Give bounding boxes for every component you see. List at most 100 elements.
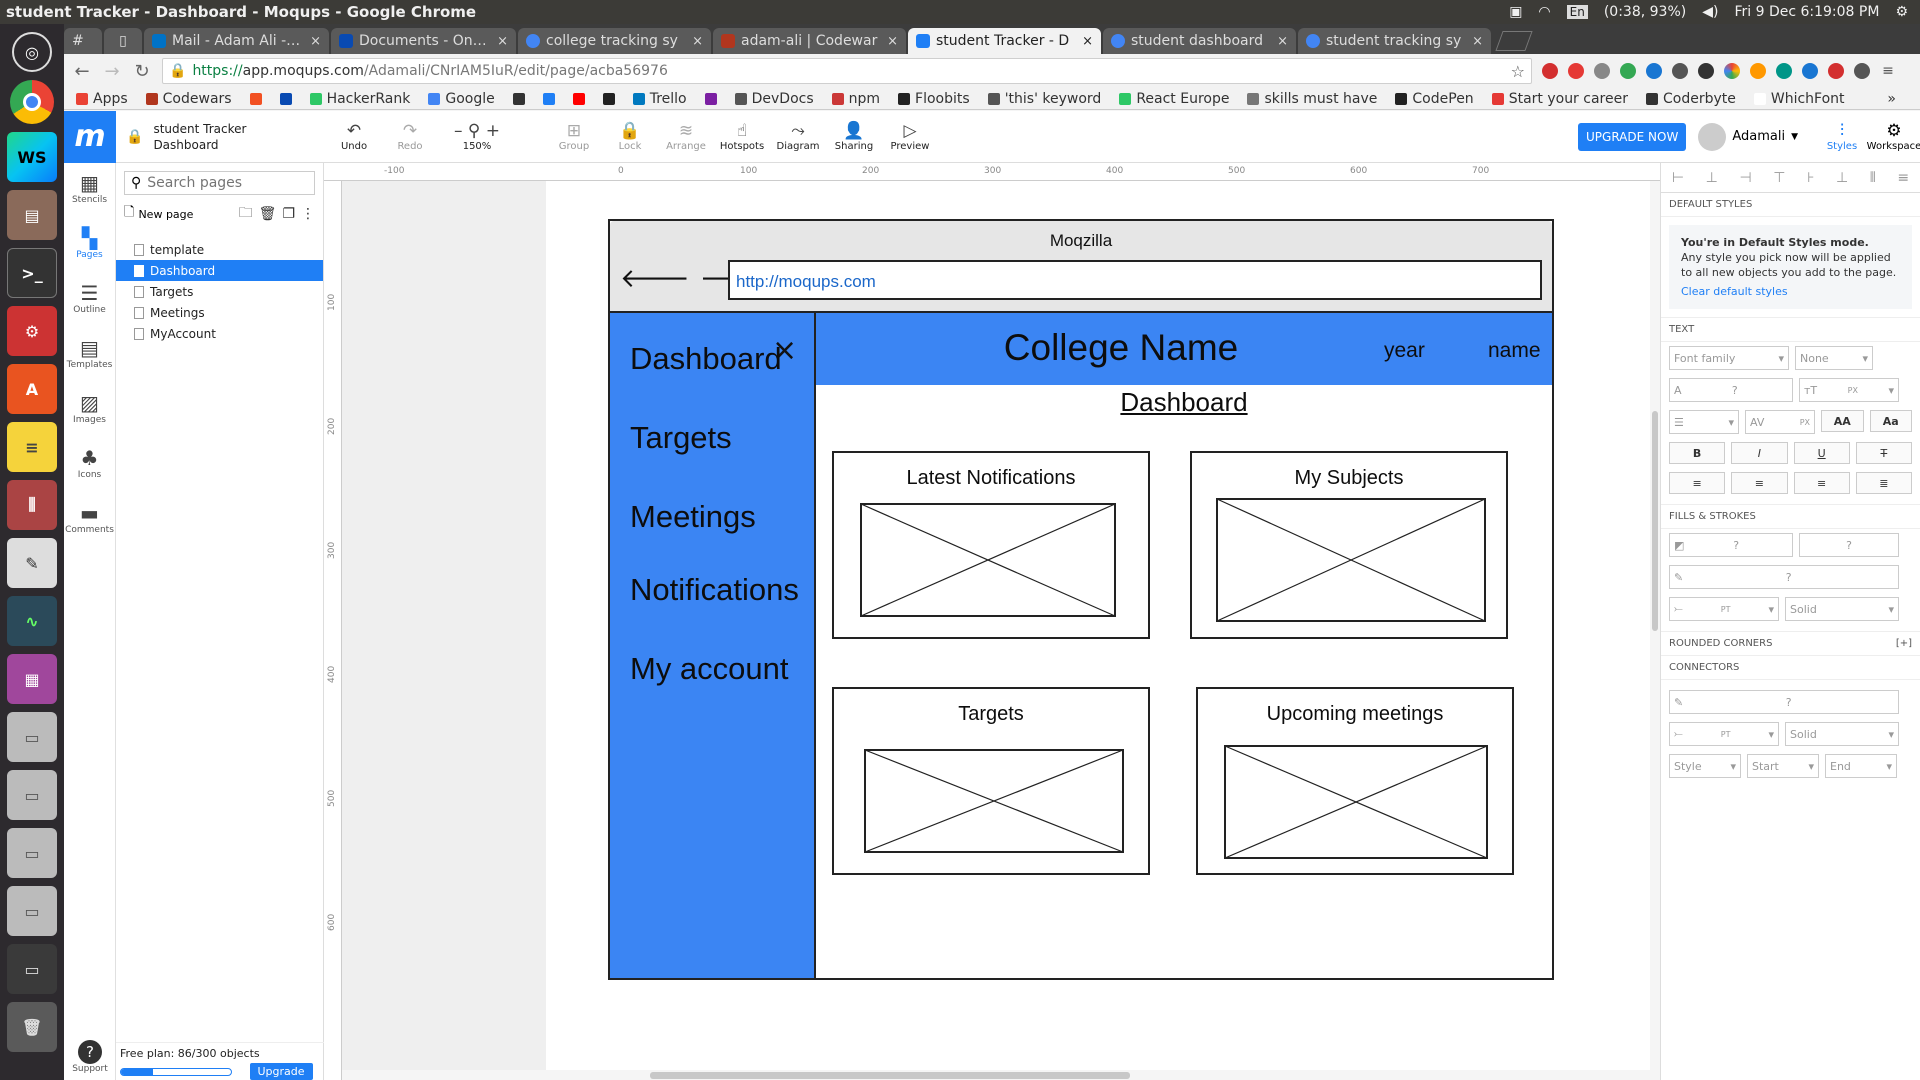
drive-icon[interactable]: ▭ [7,886,57,936]
bookmark-item[interactable]: 'this' keyword [987,91,1101,107]
align-center-icon[interactable]: ⊥ [1706,170,1718,186]
lock-button[interactable]: 🔒 Lock [602,121,658,152]
volume-icon[interactable]: ◀) [1702,4,1718,20]
close-tab-icon[interactable]: × [1472,34,1483,49]
software-center-icon[interactable]: A [7,364,57,414]
extension-icon[interactable] [1802,63,1818,79]
delete-icon[interactable]: 🗑 [259,206,277,222]
drive-icon[interactable]: ▭ [7,770,57,820]
system-settings-icon[interactable]: ⚙ [7,306,57,356]
images-button[interactable]: ▨ Images [73,391,106,446]
mixer-icon[interactable]: ⫼ [7,480,57,530]
fill-color-field[interactable]: ◩? [1669,533,1793,557]
search-pages[interactable]: ⚲ [124,171,315,195]
adblock-icon[interactable] [1828,63,1844,79]
extension-icon[interactable] [1542,63,1558,79]
tab-blank[interactable]: ▯ [104,28,142,54]
stroke-color-field[interactable]: ✎? [1669,565,1899,589]
sharing-button[interactable]: 👤 Sharing [826,121,882,152]
close-tab-icon[interactable]: × [497,34,508,49]
bookmark-item[interactable]: npm [831,91,880,107]
new-tab-button[interactable] [1495,31,1533,51]
capitalize-button[interactable]: Aa [1869,410,1912,432]
bookmark-item[interactable]: Apps [76,91,128,107]
connector-end-select[interactable]: End ▾ [1825,754,1897,778]
search-pages-input[interactable] [147,175,308,191]
distribute-v-icon[interactable]: ≡ [1897,170,1909,186]
extension-icon[interactable] [1672,63,1688,79]
bookmark-item[interactable]: Codewars [145,91,232,107]
stroke-style-select[interactable]: Solid ▾ [1785,597,1899,621]
bookmark-item[interactable] [542,92,555,105]
window-icon[interactable]: ▭ [7,944,57,994]
align-top-icon[interactable]: ⊤ [1773,170,1785,186]
connector-color-field[interactable]: ✎? [1669,690,1899,714]
bookmark-item[interactable] [279,92,292,105]
connector-line-style-select[interactable]: Style ▾ [1669,754,1741,778]
extension-icon[interactable] [1646,63,1662,79]
bookmark-item[interactable] [572,92,585,105]
reload-icon[interactable]: ↻ [132,61,152,82]
bookmark-star-icon[interactable]: ☆ [1511,62,1525,81]
connector-width-field[interactable]: ⤚ PT ▾ [1669,722,1779,746]
tab-onedrive[interactable]: Documents - OneD × [331,28,516,54]
group-button[interactable]: ⊞ Group [546,121,602,152]
diagram-button[interactable]: ⤳ Diagram [770,121,826,152]
tab-codewars[interactable]: adam-ali | Codewar × [713,28,906,54]
new-page-button[interactable]: 🗋 New page [124,203,233,225]
secure-lock-icon[interactable]: 🔒 [169,63,186,79]
font-family-select[interactable]: Font family ▾ [1669,346,1789,370]
font-size-field[interactable]: ᴛT PX ▾ [1799,378,1899,402]
comments-button[interactable]: ▬ Comments [65,501,114,556]
bookmark-item[interactable] [512,92,525,105]
workspace-button[interactable]: ⚙ Workspace [1867,121,1920,152]
italic-button[interactable]: I [1731,442,1788,464]
uppercase-button[interactable]: AA [1821,410,1864,432]
moqups-logo[interactable]: m [64,110,116,163]
bookmark-item[interactable]: WhichFont [1753,91,1845,107]
support-button[interactable]: ? Support [64,1040,116,1074]
page-item-dashboard[interactable]: Dashboard [116,260,323,281]
close-tab-icon[interactable]: × [692,34,703,49]
settings-gear-icon[interactable]: ⚙ [1895,4,1908,20]
zoom-control[interactable]: – ⚲ +150% [438,121,516,152]
close-tab-icon[interactable]: × [1082,34,1093,49]
bookmark-item[interactable]: Start your career [1491,91,1628,107]
bookmark-item[interactable]: DevDocs [734,91,814,107]
text-color-field[interactable]: A? [1669,378,1793,402]
tab-mail[interactable]: Mail - Adam Ali - Ou × [144,28,329,54]
text-editor-icon[interactable]: ✎ [7,538,57,588]
extension-icon[interactable] [1776,63,1792,79]
text-align-left-button[interactable]: ≡ [1669,472,1726,494]
notes-icon[interactable]: ≡ [7,422,57,472]
clear-default-styles-link[interactable]: Clear default styles [1681,284,1900,299]
horizontal-scrollbar[interactable] [342,1070,1650,1080]
text-justify-button[interactable]: ≣ [1855,472,1912,494]
chrome-menu-icon[interactable]: ≡ [1880,63,1896,79]
close-tab-icon[interactable]: × [1277,34,1288,49]
bookmark-item[interactable]: Google [428,91,495,107]
extension-icon[interactable] [1724,63,1740,79]
horizontal-scroll-thumb[interactable] [650,1072,1130,1079]
project-name[interactable]: 🔒 student Tracker Dashboard [126,121,326,153]
pages-button[interactable]: ▚ Pages [76,226,102,281]
webstorm-icon[interactable]: WS [7,132,57,182]
trash-icon[interactable]: 🗑 [7,1002,57,1052]
text-align-right-button[interactable]: ≡ [1793,472,1850,494]
page-item-myaccount[interactable]: MyAccount [116,323,323,344]
letter-spacing-field[interactable]: AV PX [1745,410,1815,434]
tab-pinned[interactable]: # [64,28,102,54]
strikethrough-button[interactable]: T [1855,442,1912,464]
files-icon[interactable]: ▤ [7,190,57,240]
bookmark-item[interactable]: CodePen [1395,91,1474,107]
preview-button[interactable]: ▷ Preview [882,121,938,152]
wireframe-browser[interactable]: Moqzilla 🡐 🡒 ↻ http://moqups.com × Dashb… [608,219,1554,980]
bookmark-item[interactable]: React Europe [1119,91,1229,107]
connector-style-select[interactable]: Solid ▾ [1785,722,1899,746]
stencils-button[interactable]: ▦ Stencils [72,171,107,226]
rounded-corners-header[interactable]: ROUNDED CORNERS [+] [1661,631,1920,656]
tab-college-tracking[interactable]: college tracking sy × [518,28,711,54]
vertical-scrollbar[interactable] [1650,181,1660,1080]
more-bookmarks-icon[interactable]: » [1887,91,1920,107]
connector-start-select[interactable]: Start ▾ [1747,754,1819,778]
